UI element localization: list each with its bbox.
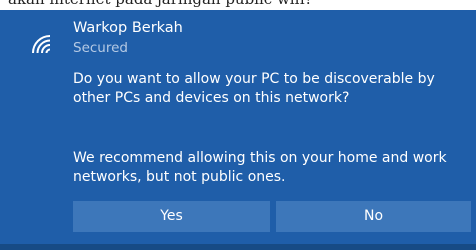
network-discovery-flyout: Warkop Berkah Secured Do you want to all… [0, 10, 476, 250]
discovery-recommendation: We recommend allowing this on your home … [73, 150, 447, 185]
network-name: Warkop Berkah [73, 20, 183, 36]
page-caption-strip: akan internet pada jaringan public wifi? [0, 0, 476, 10]
yes-button[interactable]: Yes [73, 201, 270, 232]
discovery-question: Do you want to allow your PC to be disco… [73, 71, 435, 106]
page-caption-text: akan internet pada jaringan public wifi? [8, 0, 313, 8]
network-status: Secured [73, 40, 128, 56]
no-button[interactable]: No [276, 201, 471, 232]
taskbar-edge [0, 244, 476, 250]
wifi-icon [32, 35, 51, 54]
